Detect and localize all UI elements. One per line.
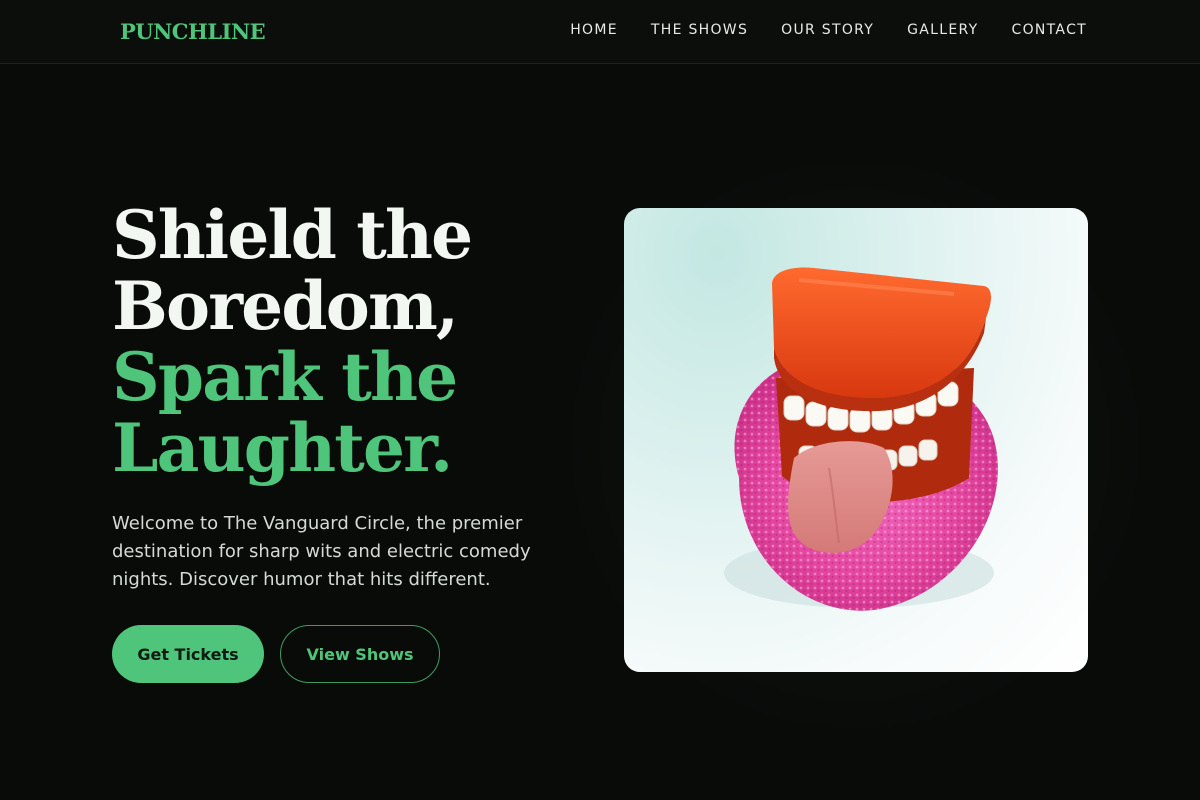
get-tickets-button[interactable]: Get Tickets [112, 625, 264, 683]
headline-line-2: Boredom, [112, 267, 459, 345]
view-shows-button[interactable]: View Shows [280, 625, 440, 683]
nav-contact[interactable]: CONTACT [1012, 22, 1088, 38]
hero-image [624, 208, 1088, 672]
site-logo[interactable]: PUNCHLINE [120, 19, 266, 44]
hero-intro: Welcome to The Vanguard Circle, the prem… [112, 513, 531, 590]
site-header: PUNCHLINE HOME THE SHOWS OUR STORY GALLE… [0, 0, 1200, 64]
main-nav: HOME THE SHOWS OUR STORY GALLERY CONTACT [570, 22, 1087, 38]
hero-headline: Shield the Boredom, Spark the Laughter. [112, 200, 592, 484]
nav-our-story[interactable]: OUR STORY [781, 22, 874, 38]
nav-home[interactable]: HOME [570, 22, 618, 38]
nav-the-shows[interactable]: THE SHOWS [651, 22, 748, 38]
headline-line-1: Shield the [112, 196, 473, 274]
page: PUNCHLINE HOME THE SHOWS OUR STORY GALLE… [0, 0, 1200, 800]
headline-line-4: Laughter. [112, 409, 453, 487]
chattering-teeth-photo [724, 267, 998, 611]
nav-gallery[interactable]: GALLERY [907, 22, 978, 38]
headline-line-3: Spark the [112, 338, 458, 416]
